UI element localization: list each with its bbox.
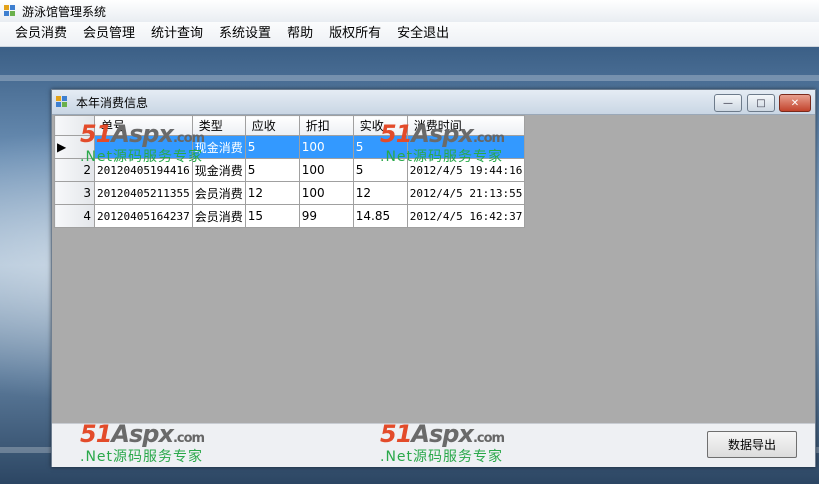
cell-receivable[interactable]: 15 bbox=[244, 204, 300, 228]
cell-received[interactable]: 5 bbox=[352, 158, 408, 182]
column-header-type[interactable]: 类型 bbox=[191, 115, 246, 136]
cell-type[interactable]: 会员消费 bbox=[191, 204, 246, 228]
desktop-decoration bbox=[0, 75, 819, 81]
cell-order-no[interactable]: 20120405164237 bbox=[94, 204, 193, 228]
app-icon bbox=[4, 5, 16, 17]
cell-receivable[interactable]: 12 bbox=[244, 181, 300, 205]
cell-discount[interactable]: 100 bbox=[298, 158, 354, 182]
current-row-arrow-icon: ▶ bbox=[57, 140, 67, 154]
menu-copyright[interactable]: 版权所有 bbox=[321, 22, 389, 46]
cell-receivable[interactable]: 5 bbox=[244, 158, 300, 182]
cell-received[interactable]: 12 bbox=[352, 181, 408, 205]
app-title-bar: 游泳馆管理系统 bbox=[0, 0, 819, 23]
app-title: 游泳馆管理系统 bbox=[22, 4, 107, 19]
column-header-order-no[interactable]: 单号 bbox=[94, 115, 193, 136]
consumption-grid[interactable]: 单号 类型 应收 折扣 实收 消费时间 ▶ 现金消费 5 100 5 2 201… bbox=[54, 115, 526, 228]
cell-order-no[interactable]: 20120405194416 bbox=[94, 158, 193, 182]
cell-time[interactable]: 2012/4/5 19:44:16 bbox=[406, 158, 526, 182]
close-button[interactable]: ✕ bbox=[779, 94, 811, 112]
column-header-received[interactable]: 实收 bbox=[352, 115, 408, 136]
minimize-button[interactable]: — bbox=[714, 94, 742, 112]
table-row[interactable]: 3 20120405211355 会员消费 12 100 12 2012/4/5… bbox=[54, 181, 526, 205]
table-row[interactable]: 4 20120405164237 会员消费 15 99 14.85 2012/4… bbox=[54, 204, 526, 228]
consumption-window-title-bar[interactable]: 本年消费信息 bbox=[52, 90, 815, 115]
row-header[interactable]: 2 bbox=[54, 158, 95, 182]
cell-type[interactable]: 现金消费 bbox=[191, 158, 246, 182]
cell-discount[interactable]: 99 bbox=[298, 204, 354, 228]
menu-member-consume[interactable]: 会员消费 bbox=[7, 22, 75, 46]
table-row[interactable]: 2 20120405194416 现金消费 5 100 5 2012/4/5 1… bbox=[54, 158, 526, 182]
cell-type[interactable]: 会员消费 bbox=[191, 181, 246, 205]
row-header-current[interactable]: ▶ bbox=[54, 135, 95, 159]
cell-discount[interactable]: 100 bbox=[298, 135, 354, 159]
menu-statistics[interactable]: 统计查询 bbox=[143, 22, 211, 46]
window-icon bbox=[56, 96, 68, 108]
row-header[interactable]: 4 bbox=[54, 204, 95, 228]
cell-received[interactable]: 14.85 bbox=[352, 204, 408, 228]
cell-received[interactable]: 5 bbox=[352, 135, 408, 159]
column-header-time[interactable]: 消费时间 bbox=[406, 115, 526, 136]
cell-time[interactable]: 2012/4/5 21:13:55 bbox=[406, 181, 526, 205]
window-title: 本年消费信息 bbox=[76, 95, 149, 110]
cell-order-no[interactable] bbox=[94, 135, 193, 159]
cell-order-no[interactable]: 20120405211355 bbox=[94, 181, 193, 205]
cell-time[interactable]: 2012/4/5 16:42:37 bbox=[406, 204, 526, 228]
menu-system-settings[interactable]: 系统设置 bbox=[211, 22, 279, 46]
cell-time[interactable] bbox=[406, 135, 526, 159]
bottom-panel: 数据导出 bbox=[52, 423, 815, 467]
grid-corner bbox=[54, 115, 95, 136]
menu-logout[interactable]: 安全退出 bbox=[389, 22, 457, 46]
column-header-receivable[interactable]: 应收 bbox=[244, 115, 300, 136]
consumption-window: 本年消费信息 — □ ✕ 单号 类型 应收 折扣 实收 消费时间 ▶ 现金消费 bbox=[51, 89, 816, 467]
menu-member-manage[interactable]: 会员管理 bbox=[75, 22, 143, 46]
column-header-discount[interactable]: 折扣 bbox=[298, 115, 354, 136]
menu-bar: 会员消费 会员管理 统计查询 系统设置 帮助 版权所有 安全退出 bbox=[0, 22, 819, 47]
menu-help[interactable]: 帮助 bbox=[279, 22, 321, 46]
table-row[interactable]: ▶ 现金消费 5 100 5 bbox=[54, 135, 526, 159]
cell-receivable[interactable]: 5 bbox=[244, 135, 300, 159]
grid-header-row: 单号 类型 应收 折扣 实收 消费时间 bbox=[54, 115, 526, 136]
maximize-button[interactable]: □ bbox=[747, 94, 775, 112]
row-header[interactable]: 3 bbox=[54, 181, 95, 205]
cell-type[interactable]: 现金消费 bbox=[191, 135, 246, 159]
export-data-button[interactable]: 数据导出 bbox=[707, 431, 797, 458]
cell-discount[interactable]: 100 bbox=[298, 181, 354, 205]
